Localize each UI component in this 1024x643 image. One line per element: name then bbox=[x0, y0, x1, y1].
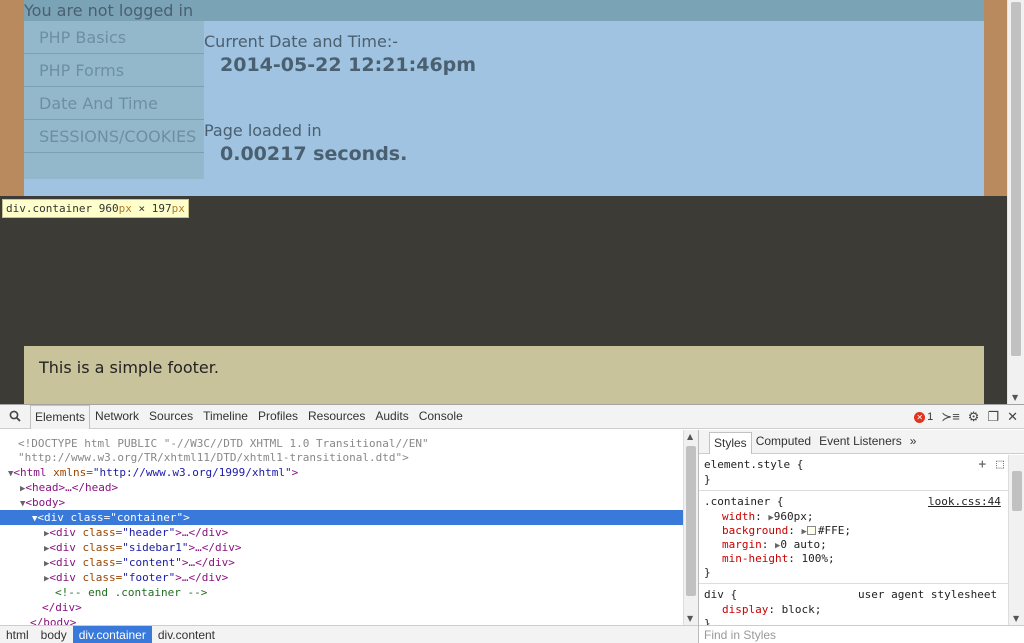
dom-tree: <!DOCTYPE html PUBLIC "-//W3C//DTD XHTML… bbox=[0, 430, 683, 625]
scroll-up-arrow-icon[interactable]: ▲ bbox=[687, 432, 693, 441]
element-style-close: } bbox=[704, 473, 711, 486]
error-count: 1 bbox=[927, 411, 934, 423]
date-label: Current Date and Time:- bbox=[204, 32, 399, 51]
rule-divider bbox=[699, 583, 1008, 584]
dom-div-close[interactable]: </div> bbox=[42, 600, 82, 615]
dom-body-close[interactable]: </body> bbox=[30, 615, 76, 625]
page-left-margin bbox=[0, 0, 24, 196]
date-value: 2014-05-22 12:21:46pm bbox=[220, 54, 477, 76]
tab-audits[interactable]: Audits bbox=[370, 405, 413, 429]
scroll-down-arrow-icon[interactable]: ▼ bbox=[1012, 393, 1018, 402]
tab-elements[interactable]: Elements bbox=[30, 405, 91, 429]
element-dimensions-tooltip: div.container 960px × 197px bbox=[2, 199, 189, 218]
dom-node-footer[interactable]: ▶<div class="footer">…</div> bbox=[44, 570, 228, 585]
loaded-value: 0.00217 seconds. bbox=[220, 143, 408, 165]
footer-text: This is a simple footer. bbox=[39, 358, 219, 377]
page-header: You are not logged in bbox=[24, 0, 984, 21]
dom-comment[interactable]: <!-- end .container --> bbox=[55, 585, 207, 600]
element-style-selector[interactable]: element.style { bbox=[704, 458, 803, 472]
css-prop-display[interactable]: display: block; bbox=[722, 603, 821, 617]
dom-node-body[interactable]: ▼<body> bbox=[20, 495, 65, 510]
breadcrumb-html[interactable]: html bbox=[0, 626, 35, 643]
page-footer: This is a simple footer. bbox=[24, 346, 984, 404]
find-in-styles-input[interactable]: Find in Styles bbox=[699, 625, 1024, 643]
css-prop-min-height[interactable]: min-height: 100%; bbox=[722, 552, 835, 566]
devtools-toolbar: Elements Network Sources Timeline Profil… bbox=[0, 405, 1024, 429]
error-count-badge[interactable]: ✕ 1 bbox=[914, 411, 933, 423]
css-prop-width[interactable]: width: ▶960px; bbox=[722, 510, 814, 524]
color-swatch[interactable] bbox=[806, 526, 816, 535]
container-rule-selector[interactable]: .container { bbox=[704, 495, 783, 509]
gear-icon[interactable]: ⚙ bbox=[968, 405, 980, 429]
tab-sources[interactable]: Sources bbox=[144, 405, 198, 429]
css-prop-margin[interactable]: margin: ▶0 auto; bbox=[722, 538, 827, 552]
dom-scrollbar-thumb[interactable] bbox=[686, 446, 696, 596]
dom-node-header[interactable]: ▶<div class="header">…</div> bbox=[44, 525, 228, 540]
breadcrumb-div-content[interactable]: div.content bbox=[152, 626, 221, 643]
console-drawer-icon[interactable]: ≻≡ bbox=[941, 405, 959, 429]
tab-console[interactable]: Console bbox=[414, 405, 468, 429]
tab-event-listeners[interactable]: Event Listeners bbox=[815, 430, 906, 454]
dom-doctype-line-1[interactable]: <!DOCTYPE html PUBLIC "-//W3C//DTD XHTML… bbox=[18, 436, 429, 451]
rule-divider bbox=[699, 490, 1008, 491]
error-icon: ✕ bbox=[914, 411, 926, 423]
breadcrumb-div-container[interactable]: div.container bbox=[72, 626, 152, 643]
dom-breadcrumb: html body div.container div.content bbox=[0, 625, 698, 643]
dom-node-sidebar1[interactable]: ▶<div class="sidebar1">…</div> bbox=[44, 540, 242, 555]
page-sidebar: PHP Basics PHP Forms Date And Time SESSI… bbox=[24, 21, 204, 179]
dom-node-html[interactable]: ▼<html xmlns="http://www.w3.org/1999/xht… bbox=[8, 465, 298, 480]
nav-link-sessions-cookies[interactable]: SESSIONS/COOKIES bbox=[24, 120, 204, 153]
ua-rule-selector[interactable]: div { bbox=[704, 588, 737, 602]
close-icon[interactable]: ✕ bbox=[1007, 405, 1018, 429]
page-container: You are not logged in PHP Basics PHP For… bbox=[24, 0, 984, 196]
tab-network[interactable]: Network bbox=[90, 405, 144, 429]
styles-rules: + ⬚ element.style { } .container { look.… bbox=[699, 455, 1008, 625]
nav-link-php-basics[interactable]: PHP Basics bbox=[24, 21, 204, 54]
tab-timeline[interactable]: Timeline bbox=[198, 405, 253, 429]
search-icon[interactable] bbox=[9, 410, 21, 422]
nav-link-date-and-time[interactable]: Date And Time bbox=[24, 87, 204, 120]
nav-link-php-forms[interactable]: PHP Forms bbox=[24, 54, 204, 87]
scroll-down-arrow-icon[interactable]: ▼ bbox=[687, 614, 693, 623]
styles-sidebar: Styles Computed Event Listeners » + ⬚ el… bbox=[698, 430, 1024, 643]
tab-computed[interactable]: Computed bbox=[752, 430, 815, 454]
more-tabs-button[interactable]: » bbox=[906, 430, 921, 454]
dock-icon[interactable]: ❐ bbox=[987, 405, 999, 429]
page-scrollbar-thumb[interactable] bbox=[1011, 2, 1021, 356]
tab-profiles[interactable]: Profiles bbox=[253, 405, 303, 429]
dom-tree-scrollbar[interactable]: ▲ ▼ bbox=[683, 430, 698, 625]
scroll-down-arrow-icon[interactable]: ▼ bbox=[1013, 614, 1019, 623]
page-right-margin bbox=[984, 0, 1007, 196]
dom-node-container-selected[interactable]: ▼<div class="container"> bbox=[0, 510, 683, 525]
loaded-label: Page loaded in bbox=[204, 121, 322, 140]
login-status: You are not logged in bbox=[24, 1, 194, 20]
page-viewport: You are not logged in PHP Basics PHP For… bbox=[0, 0, 1007, 404]
page-scrollbar[interactable]: ▼ bbox=[1007, 0, 1024, 404]
styles-scrollbar[interactable]: ▼ bbox=[1008, 455, 1024, 625]
tab-styles[interactable]: Styles bbox=[709, 432, 752, 454]
dom-node-head[interactable]: ▶<head>…</head> bbox=[20, 480, 118, 495]
ua-rule-close: } bbox=[704, 617, 711, 625]
dom-node-content[interactable]: ▶<div class="content">…</div> bbox=[44, 555, 235, 570]
css-prop-background[interactable]: background: ▶ #FFE; bbox=[722, 524, 851, 538]
container-rule-close: } bbox=[704, 566, 711, 579]
page-content: Current Date and Time:- 2014-05-22 12:21… bbox=[204, 21, 984, 196]
devtools-panel: Elements Network Sources Timeline Profil… bbox=[0, 404, 1024, 643]
ua-source-label: user agent stylesheet bbox=[858, 588, 998, 601]
rule-source-link[interactable]: look.css:44 bbox=[928, 495, 1001, 509]
breadcrumb-body[interactable]: body bbox=[35, 626, 73, 643]
add-rule-icon[interactable]: + bbox=[978, 457, 986, 472]
tab-resources[interactable]: Resources bbox=[303, 405, 370, 429]
element-state-icon[interactable]: ⬚ bbox=[996, 457, 1004, 472]
styles-scrollbar-thumb[interactable] bbox=[1012, 471, 1022, 511]
styles-tabs: Styles Computed Event Listeners » bbox=[699, 430, 1024, 454]
dom-doctype-line-2[interactable]: "http://www.w3.org/TR/xhtml11/DTD/xhtml1… bbox=[18, 450, 409, 465]
